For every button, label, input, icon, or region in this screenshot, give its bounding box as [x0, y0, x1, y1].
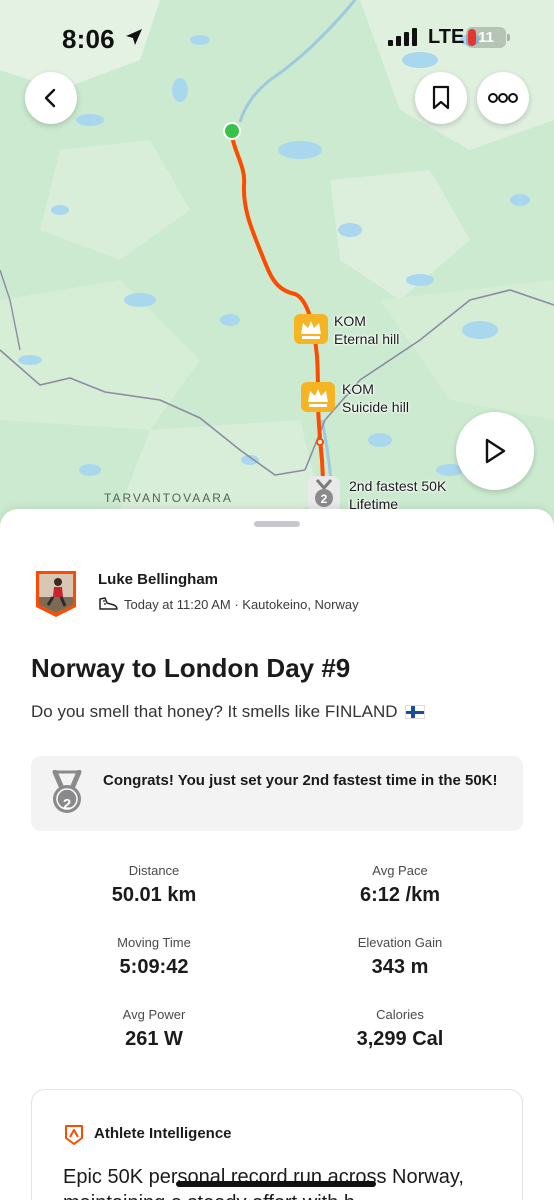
kom-crown-icon[interactable] [294, 314, 328, 344]
battery-icon: 11 [466, 27, 510, 48]
stat-elevation-gain: Elevation Gain 343 m [280, 935, 520, 979]
stat-label: Elevation Gain [357, 935, 443, 950]
battery-level: 11 [478, 29, 494, 46]
back-button[interactable] [25, 72, 77, 124]
stat-distance: Distance 50.01 km [34, 863, 274, 907]
stat-label: Avg Pace [372, 863, 428, 878]
stat-value: 261 W [125, 1028, 183, 1050]
chevron-left-icon [44, 88, 56, 108]
activity-meta-text: Today at 11:20 AM · Kautokeino, Norway [124, 596, 359, 612]
segment-label-eternal[interactable]: KOM Eternal hill [334, 312, 399, 348]
activity-meta: Today at 11:20 AM · Kautokeino, Norway [98, 596, 359, 612]
finland-flag-icon [404, 705, 425, 719]
achievement-label[interactable]: 2nd fastest 50K Lifetime [349, 477, 446, 513]
segment-name: Suicide hill [342, 399, 409, 415]
achievement-text: Congrats! You just set your 2nd fastest … [103, 772, 498, 789]
location-arrow-icon [126, 29, 142, 45]
medal-rank: 2 [62, 796, 72, 813]
segment-name: Eternal hill [334, 331, 400, 347]
achievement-line-1: 2nd fastest 50K [349, 478, 447, 494]
segment-badge: KOM [342, 381, 374, 397]
stat-label: Distance [128, 863, 180, 878]
segment-label-suicide[interactable]: KOM Suicide hill [342, 380, 409, 416]
sheet-drag-handle[interactable] [254, 521, 300, 527]
route-start-dot [223, 122, 241, 140]
run-shoe-icon [99, 597, 118, 610]
more-options-button[interactable] [477, 72, 529, 124]
activity-sheet[interactable]: Luke Bellingham Today at 11:20 AM · Kaut… [0, 509, 554, 1200]
stat-avg-power: Avg Power 261 W [34, 1007, 274, 1051]
stat-value: 6:12 /km [359, 884, 441, 906]
stat-label: Calories [376, 1007, 424, 1022]
flyover-play-button[interactable] [456, 412, 534, 490]
stat-calories: Calories 3,299 Cal [280, 1007, 520, 1051]
athlete-name[interactable]: Luke Bellingham [98, 571, 218, 588]
svg-text:2: 2 [321, 492, 328, 506]
athlete-intelligence-icon [65, 1125, 83, 1145]
home-indicator[interactable] [176, 1181, 376, 1187]
athlete-header[interactable]: Luke Bellingham Today at 11:20 AM · Kaut… [34, 569, 359, 619]
stat-value: 3,299 Cal [356, 1028, 444, 1050]
achievement-banner[interactable]: 2 Congrats! You just set your 2nd fastes… [31, 756, 523, 831]
more-dots-icon [488, 93, 518, 103]
stat-label: Avg Power [122, 1007, 186, 1022]
athlete-intelligence-title: Athlete Intelligence [94, 1125, 232, 1142]
play-icon [485, 438, 506, 464]
save-route-button[interactable] [415, 72, 467, 124]
route-waypoint-dot [316, 438, 324, 446]
activity-title: Norway to London Day #9 [31, 653, 351, 683]
status-time: 8:06 [62, 24, 115, 54]
stat-value: 50.01 km [111, 884, 197, 906]
stat-value: 5:09:42 [119, 956, 189, 978]
medal-icon[interactable]: 2 [308, 476, 340, 512]
avatar[interactable] [34, 569, 78, 619]
kom-crown-icon[interactable] [301, 382, 335, 412]
stat-label: Moving Time [117, 935, 191, 950]
activity-description: Do you smell that honey? It smells like … [31, 702, 425, 722]
cellular-signal-icon [388, 28, 417, 46]
stat-value: 343 m [371, 956, 429, 978]
stat-avg-pace: Avg Pace 6:12 /km [280, 863, 520, 907]
status-bar: 8:06 LTE 11 [0, 0, 554, 76]
bookmark-icon [432, 85, 450, 110]
stat-moving-time: Moving Time 5:09:42 [34, 935, 274, 979]
network-type: LTE [428, 26, 465, 48]
map-place-label: TARVANTOVAARA [104, 491, 233, 505]
segment-badge: KOM [334, 313, 366, 329]
activity-description-text: Do you smell that honey? It smells like … [31, 702, 398, 721]
